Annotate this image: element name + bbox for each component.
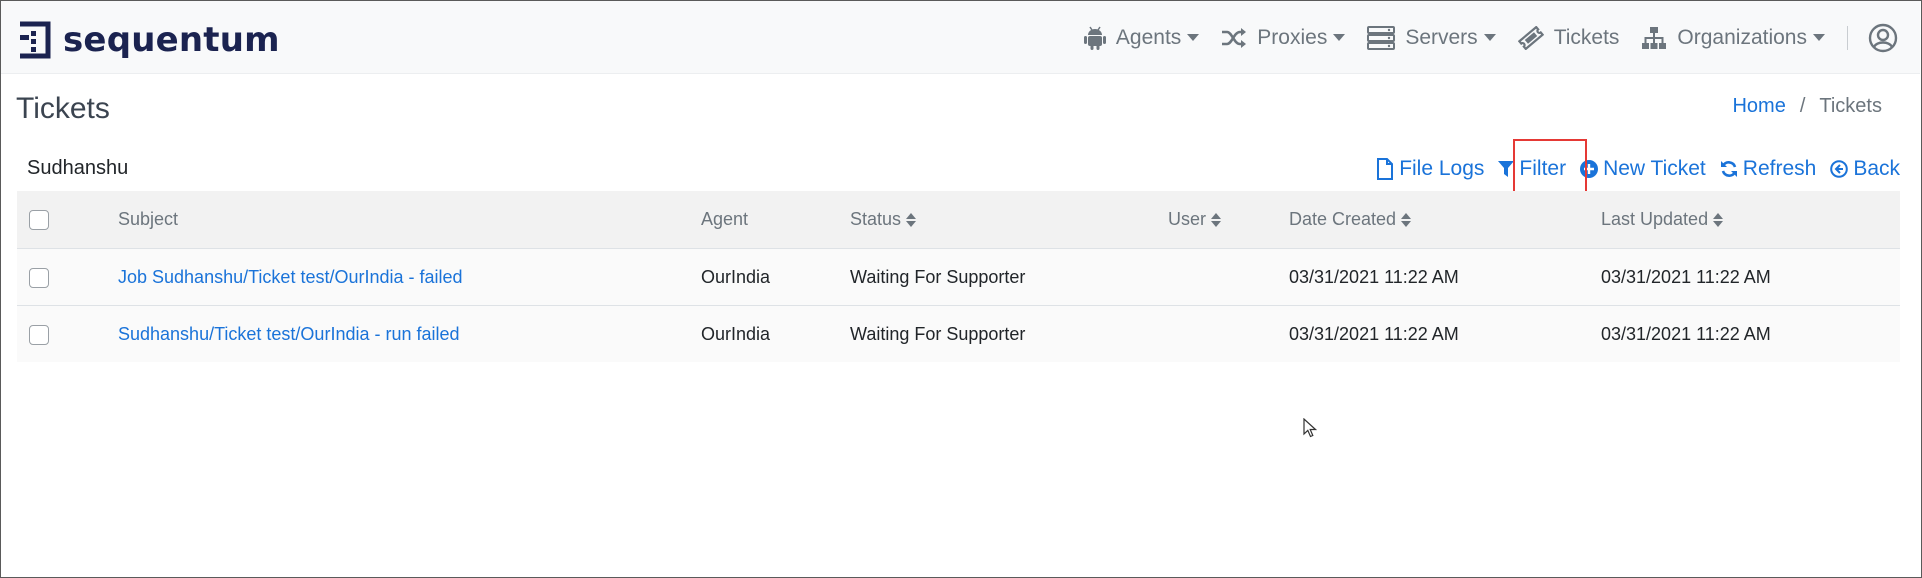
header-status[interactable]: Status — [850, 191, 917, 248]
filter-button[interactable]: Filter — [1498, 157, 1566, 181]
mouse-cursor-icon — [1303, 418, 1317, 438]
ticket-date-created: 03/31/2021 11:22 AM — [1289, 324, 1459, 344]
user-menu[interactable] — [1868, 23, 1898, 53]
filter-icon — [1498, 161, 1515, 177]
chevron-down-icon — [1483, 34, 1496, 41]
refresh-label: Refresh — [1742, 157, 1817, 180]
nav-proxies[interactable]: Proxies — [1221, 25, 1346, 50]
table-header: Subject Agent Status User Date Created L… — [17, 191, 1900, 248]
header-status-label: Status — [850, 209, 902, 229]
ticket-icon — [1517, 25, 1544, 50]
refresh-button[interactable]: Refresh — [1720, 157, 1817, 181]
nav-servers-label: Servers — [1405, 25, 1478, 49]
new-ticket-button[interactable]: New Ticket — [1580, 157, 1706, 181]
file-icon — [1377, 158, 1394, 180]
back-button[interactable]: Back — [1830, 157, 1900, 181]
select-all-cell — [29, 191, 49, 248]
ticket-status: Waiting For Supporter — [850, 267, 1026, 287]
chevron-down-icon — [1813, 34, 1825, 41]
organization-name: Sudhanshu — [27, 157, 129, 179]
nav-agents-label: Agents — [1115, 25, 1182, 49]
sort-icon — [1211, 212, 1222, 227]
ticket-agent: OurIndia — [701, 324, 771, 344]
ticket-subject-link[interactable]: Sudhanshu/Ticket test/OurIndia - run fai… — [118, 306, 460, 363]
refresh-icon — [1720, 161, 1737, 177]
row-checkbox[interactable] — [29, 324, 49, 345]
ticket-toolbar: File Logs Filter New Ticket Refresh Back — [1362, 154, 1900, 184]
ticket-date-created: 03/31/2021 11:22 AM — [1289, 267, 1459, 287]
file-logs-button[interactable]: File Logs — [1376, 157, 1484, 181]
brand-name: sequentum — [63, 20, 280, 60]
nav-organizations-label: Organizations — [1677, 25, 1807, 49]
header-date-created-label: Date Created — [1289, 209, 1397, 229]
shuffle-icon — [1222, 27, 1247, 48]
ticket-agent: OurIndia — [701, 267, 771, 287]
row-select-cell — [29, 306, 49, 363]
ticket-last-updated: 03/31/2021 11:22 AM — [1601, 267, 1771, 287]
ticket-subject-link[interactable]: Job Sudhanshu/Ticket test/OurIndia - fai… — [118, 249, 463, 306]
chevron-down-icon — [1333, 34, 1346, 41]
nav-proxies-label: Proxies — [1257, 25, 1328, 49]
ticket-last-updated: 03/31/2021 11:22 AM — [1601, 324, 1771, 344]
breadcrumb-home-link[interactable]: Home — [1732, 95, 1785, 118]
sort-icon — [906, 212, 917, 227]
server-icon — [1367, 25, 1396, 50]
header-subject: Subject — [118, 209, 179, 229]
sequentum-logo-icon — [20, 21, 51, 59]
arrow-left-circle-icon — [1830, 160, 1849, 178]
header-last-updated[interactable]: Last Updated — [1601, 191, 1724, 248]
table-row: Job Sudhanshu/Ticket test/OurIndia - fai… — [17, 248, 1900, 305]
chevron-down-icon — [1187, 34, 1200, 41]
header-user[interactable]: User — [1168, 191, 1222, 248]
header-agent: Agent — [701, 209, 749, 229]
header-last-updated-label: Last Updated — [1601, 209, 1709, 229]
main-nav: Agents Proxies Servers Tickets Organizat… — [1083, 1, 1920, 74]
nav-organizations[interactable]: Organizations — [1641, 26, 1825, 50]
sort-icon — [1713, 212, 1724, 227]
sort-icon — [1401, 212, 1412, 227]
nav-agents[interactable]: Agents — [1083, 25, 1200, 50]
new-ticket-label: New Ticket — [1603, 157, 1706, 180]
row-select-cell — [29, 249, 49, 306]
breadcrumb: Home / Tickets — [1732, 95, 1882, 118]
breadcrumb-current: Tickets — [1819, 95, 1882, 117]
select-all-checkbox[interactable] — [29, 209, 49, 230]
header-user-label: User — [1168, 209, 1207, 229]
breadcrumb-separator: / — [1799, 95, 1806, 117]
nav-divider — [1847, 25, 1848, 50]
nav-tickets-label: Tickets — [1553, 25, 1620, 49]
sitemap-icon — [1642, 26, 1667, 49]
top-navbar: sequentum Agents Proxies Servers Tickets… — [1, 1, 1920, 74]
file-logs-label: File Logs — [1399, 157, 1485, 180]
page-title: Tickets — [16, 92, 110, 125]
table-row: Sudhanshu/Ticket test/OurIndia - run fai… — [17, 305, 1900, 362]
plus-circle-icon — [1580, 160, 1599, 178]
ticket-status: Waiting For Supporter — [850, 324, 1026, 344]
back-label: Back — [1853, 157, 1900, 180]
header-date-created[interactable]: Date Created — [1289, 191, 1412, 248]
filter-label: Filter — [1519, 157, 1567, 180]
android-icon — [1083, 26, 1106, 50]
row-checkbox[interactable] — [29, 267, 49, 288]
brand-logo[interactable]: sequentum — [17, 20, 280, 60]
user-circle-icon — [1868, 23, 1898, 52]
nav-servers[interactable]: Servers — [1367, 25, 1496, 50]
tickets-table: Subject Agent Status User Date Created L… — [17, 191, 1900, 362]
nav-tickets[interactable]: Tickets — [1517, 25, 1620, 50]
